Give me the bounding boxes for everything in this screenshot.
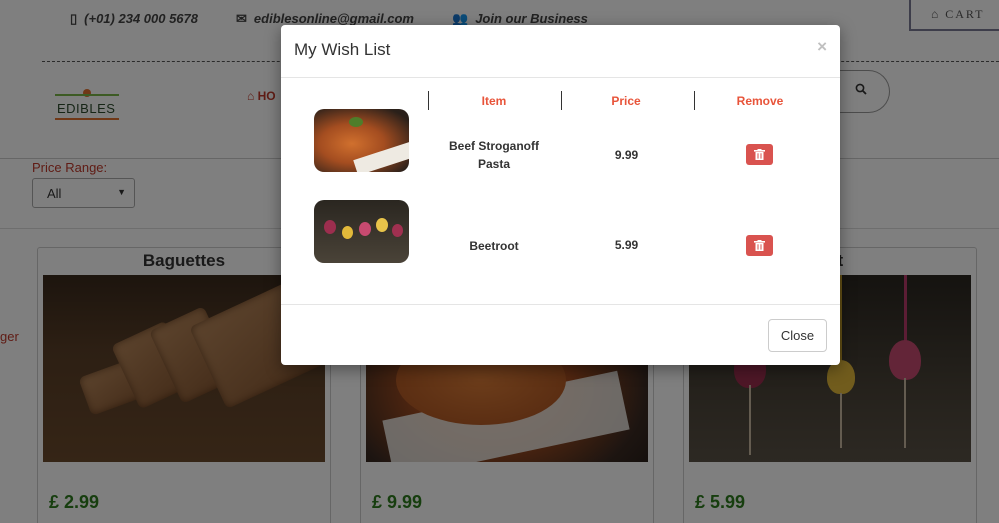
beet bbox=[324, 220, 336, 234]
beet bbox=[376, 218, 388, 232]
column-separator bbox=[428, 91, 429, 110]
item-price: 5.99 bbox=[614, 238, 639, 252]
trash-icon bbox=[754, 240, 765, 251]
beet bbox=[342, 226, 353, 239]
item-price: 9.99 bbox=[614, 148, 639, 162]
close-button[interactable]: Close bbox=[768, 319, 827, 352]
column-separator bbox=[694, 91, 695, 110]
item-name: Beetroot bbox=[469, 239, 519, 253]
remove-item-button[interactable] bbox=[746, 235, 773, 256]
column-header-item: Item bbox=[481, 94, 507, 108]
item-thumbnail bbox=[314, 109, 409, 172]
item-thumbnail bbox=[314, 200, 409, 263]
column-header-remove: Remove bbox=[736, 94, 784, 108]
trash-icon bbox=[754, 149, 765, 160]
wish-list-modal: My Wish List × Item Price Remove Beef St… bbox=[281, 25, 840, 365]
beet bbox=[359, 222, 371, 236]
column-separator bbox=[561, 91, 562, 110]
column-header-price: Price bbox=[611, 94, 641, 108]
herb-garnish bbox=[349, 117, 363, 127]
beet bbox=[392, 224, 403, 237]
item-name: Beef Stroganoff Pasta bbox=[449, 139, 539, 171]
close-icon[interactable]: × bbox=[817, 37, 827, 57]
modal-title: My Wish List bbox=[294, 40, 391, 59]
modal-header-divider bbox=[281, 77, 840, 78]
modal-footer-divider bbox=[281, 304, 840, 305]
remove-item-button[interactable] bbox=[746, 144, 773, 165]
